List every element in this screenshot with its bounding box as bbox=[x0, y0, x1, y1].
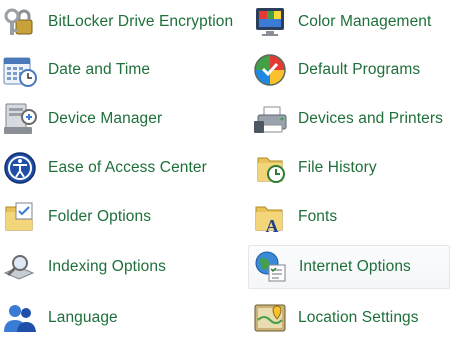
item-bitlocker[interactable]: BitLocker Drive Encryption bbox=[0, 0, 233, 44]
language-icon bbox=[2, 300, 38, 336]
control-panel-grid: BitLocker Drive Encryption Color Managem… bbox=[0, 0, 450, 345]
item-devices-printers[interactable]: Devices and Printers bbox=[248, 97, 450, 141]
item-ease-of-access[interactable]: Ease of Access Center bbox=[0, 146, 228, 190]
location-settings-icon bbox=[252, 300, 288, 336]
item-label: Default Programs bbox=[298, 61, 421, 78]
item-folder-options[interactable]: Folder Options bbox=[0, 195, 228, 239]
item-label: Devices and Printers bbox=[298, 110, 444, 127]
ease-of-access-icon bbox=[2, 150, 38, 186]
item-label: Color Management bbox=[298, 13, 432, 30]
item-indexing-options[interactable]: Indexing Options bbox=[0, 245, 228, 289]
item-label: Folder Options bbox=[48, 208, 152, 225]
item-file-history[interactable]: File History bbox=[248, 146, 450, 190]
item-location-settings[interactable]: Location Settings bbox=[248, 296, 450, 340]
item-label: Ease of Access Center bbox=[48, 159, 207, 176]
item-label: Device Manager bbox=[48, 110, 163, 127]
item-fonts[interactable]: A Fonts bbox=[248, 195, 450, 239]
indexing-options-icon bbox=[2, 249, 38, 285]
item-label: Fonts bbox=[298, 208, 338, 225]
item-label: File History bbox=[298, 159, 377, 176]
key-lock-icon bbox=[2, 4, 38, 40]
item-date-time[interactable]: Date and Time bbox=[0, 48, 228, 92]
default-programs-icon bbox=[252, 52, 288, 88]
item-label: Internet Options bbox=[299, 258, 411, 275]
device-manager-icon bbox=[2, 101, 38, 137]
color-monitor-icon bbox=[252, 4, 288, 40]
item-label: Language bbox=[48, 309, 118, 326]
item-color-management[interactable]: Color Management bbox=[248, 0, 450, 44]
item-language[interactable]: Language bbox=[0, 296, 228, 340]
item-label: BitLocker Drive Encryption bbox=[48, 13, 234, 30]
item-device-manager[interactable]: Device Manager bbox=[0, 97, 228, 141]
item-label: Location Settings bbox=[298, 309, 419, 326]
fonts-folder-icon: A bbox=[252, 199, 288, 235]
file-history-icon bbox=[252, 150, 288, 186]
svg-text:A: A bbox=[266, 216, 279, 235]
internet-options-icon bbox=[253, 249, 289, 285]
item-label: Date and Time bbox=[48, 61, 151, 78]
item-default-programs[interactable]: Default Programs bbox=[248, 48, 450, 92]
item-label: Indexing Options bbox=[48, 258, 166, 275]
item-internet-options[interactable]: Internet Options bbox=[248, 245, 450, 289]
calendar-clock-icon bbox=[2, 52, 38, 88]
printer-icon bbox=[252, 101, 288, 137]
folder-options-icon bbox=[2, 199, 38, 235]
